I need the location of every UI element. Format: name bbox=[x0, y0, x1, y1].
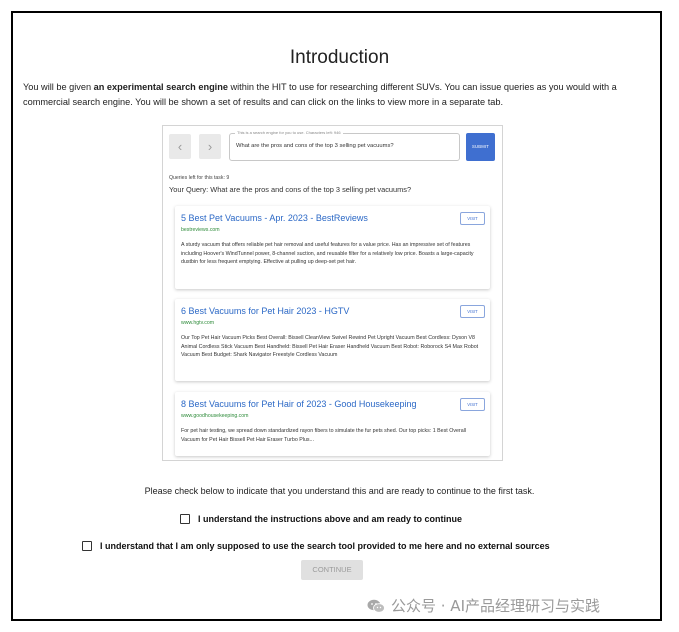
your-query: Your Query: What are the pros and cons o… bbox=[169, 185, 412, 194]
forward-button[interactable]: › bbox=[199, 134, 221, 159]
result-snippet: For pet hair testing, we spread down sta… bbox=[181, 428, 466, 443]
search-hint: This is a search engine for you to use. … bbox=[235, 130, 343, 135]
search-input[interactable]: This is a search engine for you to use. … bbox=[229, 130, 460, 161]
watermark-text: 公众号 · AI产品经理研习与实践 bbox=[391, 597, 600, 615]
page-title: Introduction bbox=[289, 47, 390, 68]
result-title-link[interactable]: 6 Best Vacuums for Pet Hair 2023 - HGTV bbox=[181, 306, 349, 316]
no-external-sources-checkbox[interactable] bbox=[82, 541, 92, 551]
visit-button[interactable]: VISIT bbox=[460, 305, 485, 318]
result-snippet: A sturdy vacuum that offers reliable pet… bbox=[181, 242, 474, 266]
wechat-icon bbox=[367, 599, 385, 613]
result-url: bestreviews.com bbox=[181, 227, 220, 233]
understand-instructions-label[interactable]: I understand the instructions above and … bbox=[198, 514, 462, 524]
result-card: 6 Best Vacuums for Pet Hair 2023 - HGTV … bbox=[175, 299, 490, 381]
understand-instructions-row: I understand the instructions above and … bbox=[180, 514, 462, 524]
no-external-sources-label[interactable]: I understand that I am only supposed to … bbox=[100, 541, 550, 551]
result-title-link[interactable]: 5 Best Pet Vacuums - Apr. 2023 - BestRev… bbox=[181, 213, 368, 223]
chevron-left-icon: ‹ bbox=[177, 139, 183, 154]
result-url: www.hgtv.com bbox=[181, 320, 215, 326]
no-external-sources-row: I understand that I am only supposed to … bbox=[82, 541, 550, 551]
search-engine-panel: ‹ › This is a search engine for you to u… bbox=[162, 125, 503, 461]
chevron-right-icon: › bbox=[207, 139, 213, 154]
result-title-link[interactable]: 8 Best Vacuums for Pet Hair of 2023 - Go… bbox=[181, 399, 416, 409]
result-card: 5 Best Pet Vacuums - Apr. 2023 - BestRev… bbox=[175, 206, 490, 289]
continue-button[interactable]: CONTINUE bbox=[301, 560, 363, 580]
intro-paragraph: You will be given an experimental search… bbox=[23, 80, 653, 110]
understand-instructions-checkbox[interactable] bbox=[180, 514, 190, 524]
result-card: 8 Best Vacuums for Pet Hair of 2023 - Go… bbox=[175, 392, 490, 456]
visit-button[interactable]: VISIT bbox=[460, 398, 485, 411]
watermark: 公众号 · AI产品经理研习与实践 bbox=[367, 595, 600, 616]
result-snippet: Our Top Pet Hair Vacuum Picks Best Overa… bbox=[181, 335, 479, 359]
search-query-value[interactable]: What are the pros and cons of the top 3 … bbox=[236, 143, 394, 149]
result-url: www.goodhousekeeping.com bbox=[181, 413, 249, 419]
intro-text-1: You will be given bbox=[23, 82, 94, 92]
queries-left: Queries left for this task: 9 bbox=[169, 175, 230, 181]
intro-bold-text: an experimental search engine bbox=[93, 82, 228, 92]
submit-button[interactable]: SUBMIT bbox=[466, 133, 495, 161]
instruction-text: Please check below to indicate that you … bbox=[144, 486, 535, 496]
visit-button[interactable]: VISIT bbox=[460, 212, 485, 225]
back-button[interactable]: ‹ bbox=[169, 134, 191, 159]
